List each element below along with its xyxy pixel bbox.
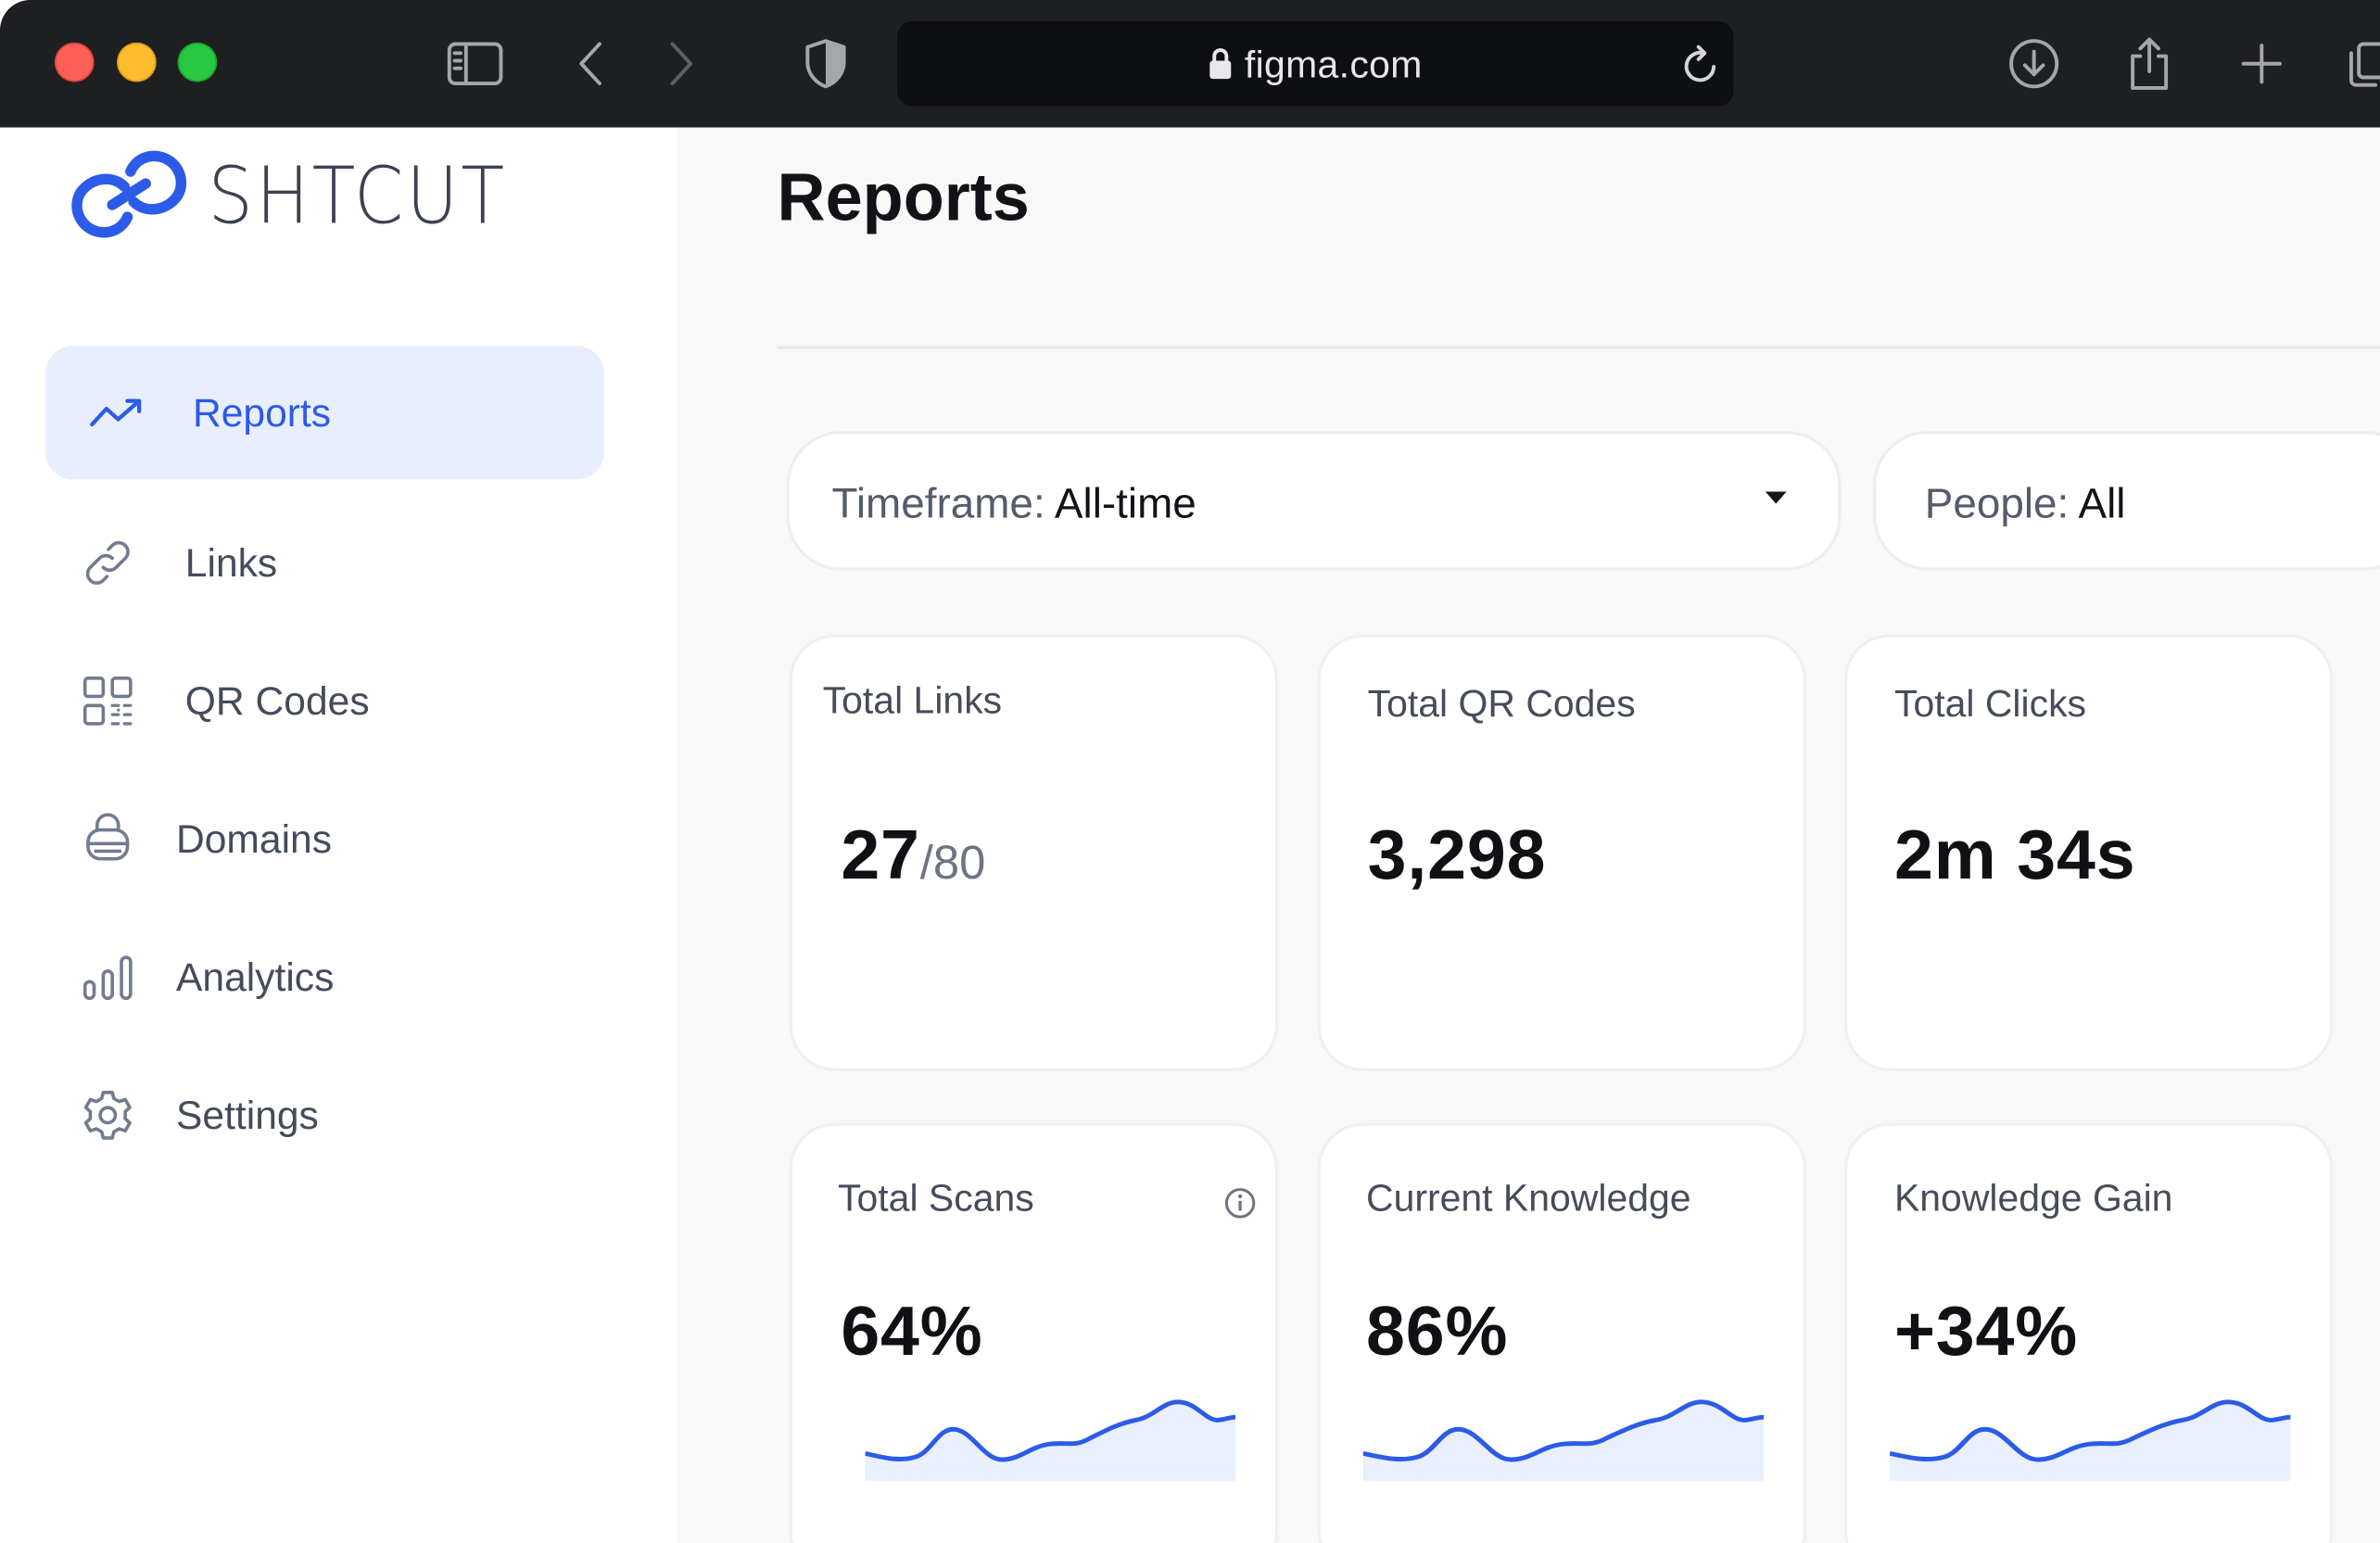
forward-icon[interactable] [650,33,711,94]
download-icon[interactable] [2004,33,2065,94]
sidebar-item-reports[interactable]: Reports [45,346,604,480]
timeframe-filter-text: Timeframe: All-time [832,479,1196,527]
card-value: 64% [841,1291,983,1371]
info-icon[interactable] [1223,1186,1257,1220]
reload-icon[interactable] [1671,35,1732,95]
bar-chart-icon [79,948,136,1005]
card-title: Total QR Codes [1367,682,1636,726]
caret-down-icon [1765,491,1787,504]
back-icon[interactable] [562,33,623,94]
card-value: 86% [1366,1291,1509,1371]
card-title: Total Scans [838,1177,1034,1220]
sidebar-item-settings[interactable]: Settings [45,1048,604,1182]
share-icon[interactable] [2119,33,2180,94]
sidebar-item-label: Settings [175,1091,319,1138]
sidebar-item-label: Analytics [175,953,335,1000]
qr-code-icon [79,672,136,729]
sparkline-area [1362,1401,1765,1481]
sidebar: SHTCUT Reports Links QR Codes Domains An… [0,127,677,1543]
card-value-main: 27 [841,815,920,894]
tab-overview-icon[interactable] [2337,33,2380,94]
sparkline-chart [1362,1399,1765,1481]
new-tab-icon[interactable] [2232,33,2293,94]
sidebar-item-label: QR Codes [184,677,370,724]
people-filter-text: People: All [1925,479,2126,527]
timeframe-filter-dropdown[interactable]: Timeframe: All-time [786,430,1842,571]
sidebar-item-label: Links [184,539,278,586]
card-value: 27/80 [841,814,985,895]
card-title: Total Clicks [1893,682,2087,726]
link-icon [79,534,136,591]
kpi-card-knowledge-gain[interactable]: Knowledge Gain +34% [1843,1122,2334,1543]
zoom-window-button[interactable] [177,42,218,82]
sparkline-chart [865,1399,1236,1481]
card-value-suffix: /80 [919,836,986,890]
lock-icon [1209,47,1233,91]
address-bar[interactable]: figma.com [896,20,1734,107]
sidebar-item-qr-codes[interactable]: QR Codes [45,634,604,767]
sidebar-item-domains[interactable]: Domains [45,772,604,905]
domain-icon [79,810,136,867]
stat-card-total-clicks[interactable]: Total Clicks 2m 34s [1843,634,2334,1071]
card-title: Knowledge Gain [1893,1177,2173,1220]
header-divider [777,346,2380,349]
card-title: Current Knowledge [1366,1177,1691,1220]
gear-icon [79,1086,136,1144]
stat-card-total-links[interactable]: Total Links 27/80 [789,634,1279,1071]
filter-label: Timeframe: [831,479,1045,527]
brand-logo-icon [67,147,195,245]
sidebar-item-label: Domains [175,815,333,862]
sidebar-item-links[interactable]: Links [45,496,604,629]
people-filter-dropdown[interactable]: People: All [1873,430,2380,571]
close-window-button[interactable] [54,42,95,82]
kpi-card-current-knowledge[interactable]: Current Knowledge 86% [1317,1122,1806,1543]
sparkline-chart [1890,1399,2291,1481]
sidebar-item-label: Reports [193,388,332,436]
filter-value: All [2078,479,2126,527]
trending-up-icon [88,384,146,441]
main-content: Reports Timeframe: All-time People: All … [677,127,2380,1543]
filter-value: All-time [1054,479,1196,527]
shield-icon[interactable] [795,33,856,94]
sidebar-item-analytics[interactable]: Analytics [45,910,604,1043]
stat-card-total-qr-codes[interactable]: Total QR Codes 3,298 [1317,634,1806,1071]
browser-toolbar: figma.com [0,0,2380,128]
card-value: 2m 34s [1893,815,2136,894]
browser-window: figma.com SHTCUT Reports Links QR Codes … [0,0,2380,1543]
sparkline-area [1890,1401,2291,1481]
kpi-card-total-scans[interactable]: Total Scans 64% [789,1122,1279,1543]
url-text: figma.com [1244,44,1423,87]
sparkline-area [865,1401,1236,1481]
brand-name: SHTCUT [208,151,508,243]
minimize-window-button[interactable] [117,42,157,82]
page-title: Reports [777,160,1030,235]
card-value: +34% [1893,1291,2079,1371]
card-title: Total Links [822,679,1003,723]
sidebar-toggle-icon[interactable] [445,33,506,94]
card-value: 3,298 [1367,815,1547,894]
filter-label: People: [1924,479,2070,527]
